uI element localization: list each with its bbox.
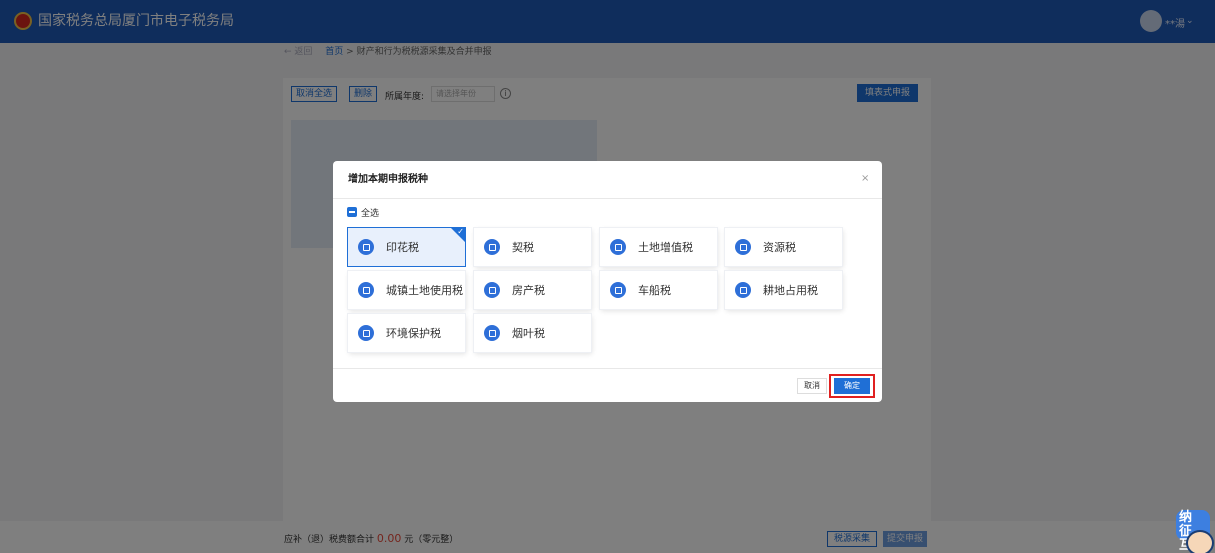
tax-type-icon [358, 282, 374, 298]
dialog-title: 增加本期申报税种 [348, 174, 428, 185]
tax-option-7[interactable]: 耕地占用税 [725, 271, 842, 309]
tax-type-icon [484, 325, 500, 341]
tax-type-icon [610, 282, 626, 298]
checkbox-indeterminate-icon [347, 207, 357, 217]
confirm-button[interactable]: 确定 [834, 378, 870, 394]
tax-option-8[interactable]: 环境保护税 [348, 314, 465, 352]
tax-type-icon [358, 239, 374, 255]
close-icon[interactable]: × [861, 173, 869, 184]
tax-option-label: 烟叶税 [512, 327, 545, 340]
cancel-button[interactable]: 取消 [797, 378, 827, 394]
tax-option-4[interactable]: 城镇土地使用税 [348, 271, 465, 309]
tax-option-1[interactable]: 契税 [474, 228, 591, 266]
tax-type-icon [358, 325, 374, 341]
tax-option-label: 耕地占用税 [763, 284, 818, 297]
assistant-mascot[interactable]: 纳 征 互 [1160, 500, 1215, 553]
tax-option-5[interactable]: 房产税 [474, 271, 591, 309]
tax-option-label: 资源税 [763, 241, 796, 254]
tax-option-label: 印花税 [386, 241, 419, 254]
tax-type-icon [484, 282, 500, 298]
tax-type-icon [484, 239, 500, 255]
tax-option-label: 城镇土地使用税 [386, 284, 463, 297]
tax-option-9[interactable]: 烟叶税 [474, 314, 591, 352]
tax-option-label: 契税 [512, 241, 534, 254]
tax-option-label: 车船税 [638, 284, 671, 297]
mascot-face-icon [1186, 530, 1214, 553]
confirm-highlight: 确定 [829, 374, 875, 398]
select-all-checkbox[interactable]: 全选 [347, 207, 379, 220]
tax-option-label: 环境保护税 [386, 327, 441, 340]
tax-option-0[interactable]: 印花税 ✓ [348, 228, 465, 266]
tax-type-icon [610, 239, 626, 255]
dialog-footer-divider [333, 368, 882, 369]
tax-option-label: 房产税 [512, 284, 545, 297]
dialog-divider [333, 198, 882, 199]
tax-type-icon [735, 239, 751, 255]
tax-option-3[interactable]: 资源税 [725, 228, 842, 266]
check-icon: ✓ [457, 228, 464, 236]
tax-option-2[interactable]: 土地增值税 [600, 228, 717, 266]
tax-type-icon [735, 282, 751, 298]
add-tax-dialog: 增加本期申报税种 × 全选 印花税 ✓ 契税 土地增值税 资源税城镇土地使用税 房产税 车船… [333, 161, 882, 402]
tax-option-6[interactable]: 车船税 [600, 271, 717, 309]
tax-option-label: 土地增值税 [638, 241, 693, 254]
